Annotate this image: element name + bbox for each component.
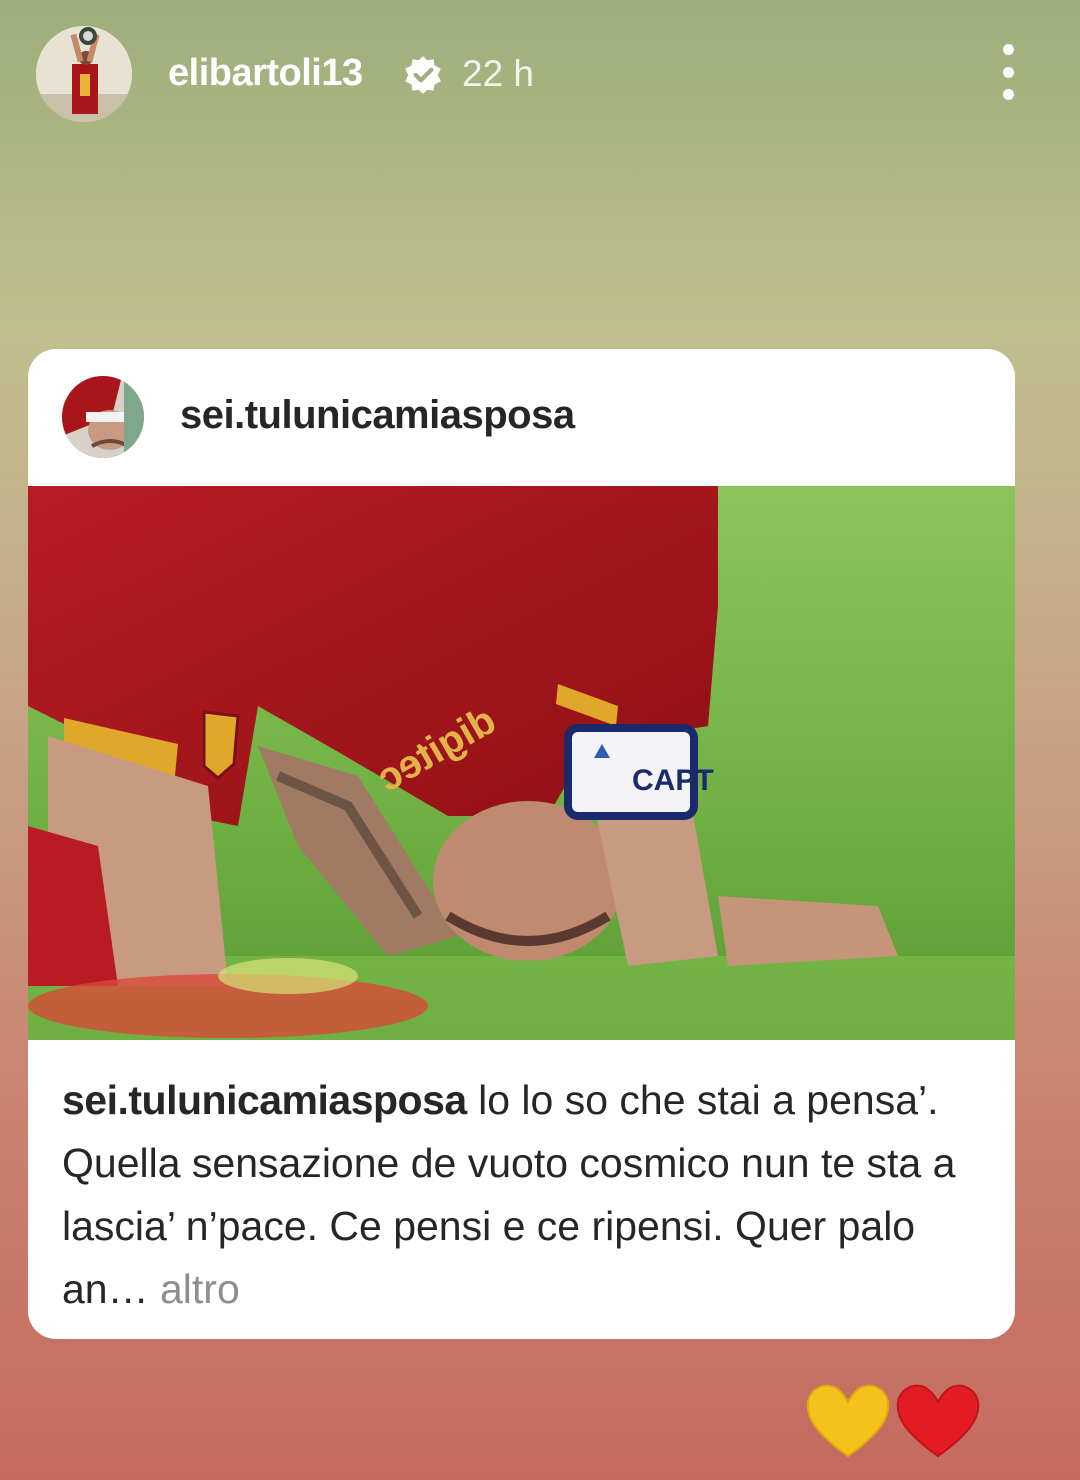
story-username[interactable]: elibartoli13 xyxy=(168,52,363,95)
red-heart-icon xyxy=(896,1384,980,1458)
profile-avatar[interactable] xyxy=(36,26,132,122)
more-options-icon[interactable] xyxy=(990,44,1026,100)
verified-badge-icon xyxy=(405,56,441,94)
caption-username[interactable]: sei.tulunicamiasposa xyxy=(62,1077,467,1123)
reaction-icons xyxy=(806,1384,980,1458)
card-avatar[interactable] xyxy=(62,376,144,458)
armband-text: CAPT xyxy=(632,764,714,797)
post-time: 22 h xyxy=(462,53,535,94)
more-link[interactable]: altro xyxy=(149,1266,240,1312)
yellow-heart-icon xyxy=(806,1384,890,1458)
card-username[interactable]: sei.tulunicamiasposa xyxy=(180,393,575,438)
reactions xyxy=(804,1380,984,1460)
shared-post-card[interactable]: sei.tulunicamiasposa CAPT digitec sei.tu… xyxy=(28,349,1015,1339)
post-photo[interactable]: CAPT digitec xyxy=(28,486,1015,1040)
post-caption: sei.tulunicamiasposa lo lo so che stai a… xyxy=(62,1069,982,1321)
card-header: sei.tulunicamiasposa xyxy=(28,349,1015,486)
story-header: elibartoli13 22 h xyxy=(0,0,1080,150)
